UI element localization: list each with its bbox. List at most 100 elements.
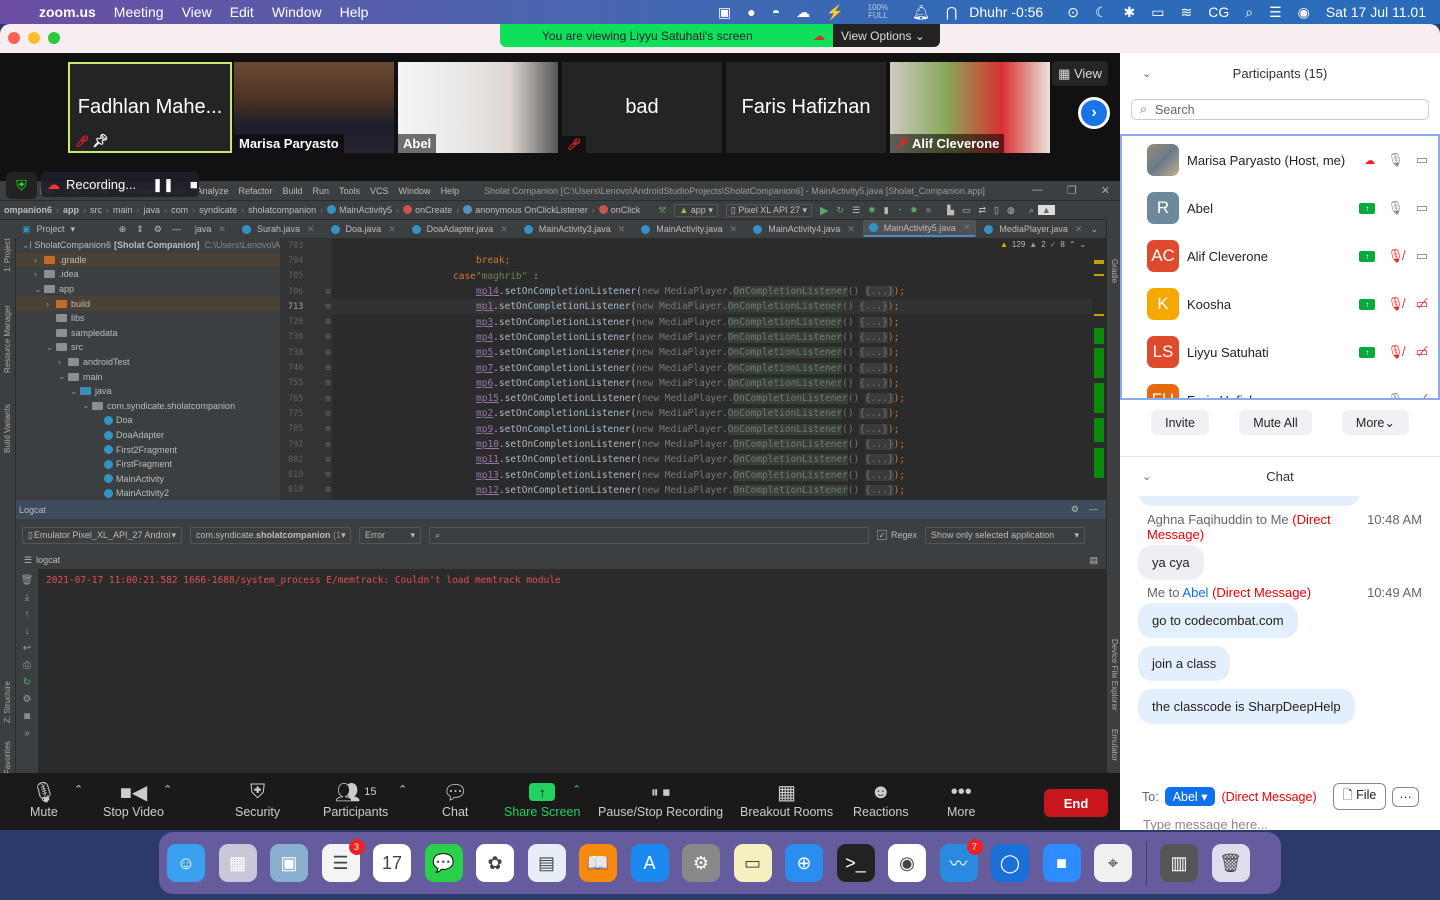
sdk-manager-icon[interactable]: ⇄: [975, 205, 991, 216]
fold-marker-icon[interactable]: ⊞: [325, 440, 330, 450]
dock-app-terminal[interactable]: >_: [836, 844, 875, 882]
close-tab-icon[interactable]: ✕: [847, 224, 855, 235]
settings-gear-icon[interactable]: ⚙: [154, 224, 162, 235]
notification-bell-icon[interactable]: 🔔︎: [904, 4, 938, 21]
participant-row[interactable]: Marisa Paryasto (Host, me) ☁ 🎙︎ ▭: [1122, 136, 1438, 184]
participants-button[interactable]: 👥︎ 15 Participants: [323, 779, 388, 820]
tree-item[interactable]: First2Fragment: [16, 442, 280, 457]
logcat-output[interactable]: 2021-07-17 11:00:21.582 1666-1688/system…: [38, 569, 1106, 773]
dock-app-chrome[interactable]: ◉: [888, 844, 926, 882]
logcat-filter-icon[interactable]: ☰: [848, 205, 864, 216]
logcat-settings-gear-icon[interactable]: ⚙: [1071, 504, 1079, 515]
participant-search-input[interactable]: ⌕ Search: [1131, 99, 1429, 120]
dock-app-reminders[interactable]: ☰ 3: [321, 839, 365, 882]
recipient-name[interactable]: Abel: [1182, 585, 1208, 600]
chat-more-button[interactable]: ···: [1392, 786, 1419, 807]
fold-marker-icon[interactable]: ⊞: [325, 470, 330, 480]
breakout-rooms-button[interactable]: ▦ Breakout Rooms: [740, 779, 833, 820]
ide-restore-icon[interactable]: ❐: [1067, 184, 1077, 197]
video-camera-icon[interactable]: ▭: [1416, 152, 1428, 168]
menu-app-name[interactable]: zoom.us: [30, 4, 105, 20]
chevron-up-icon[interactable]: ⌃: [1069, 240, 1076, 249]
breadcrumb-item[interactable]: anonymous OnClickListener: [459, 205, 592, 215]
editor-tab[interactable]: Surah.java ✕: [234, 220, 323, 239]
pause-stop-recording-button[interactable]: ⏸︎ ⏹︎ Pause/Stop Recording: [598, 779, 723, 820]
tree-item[interactable]: MainActivity: [16, 472, 280, 487]
sync-project-icon[interactable]: ▙: [943, 205, 958, 216]
stop-icon[interactable]: ■: [922, 205, 935, 215]
participant-row[interactable]: FH Faris Hafizhan 🎙︎ ▭̸: [1122, 376, 1438, 398]
tool-favorites[interactable]: 2: Favorites: [3, 741, 12, 773]
video-off-icon[interactable]: ▭̸: [1416, 344, 1428, 360]
close-tab-icon[interactable]: ✕: [307, 224, 315, 235]
layout-inspector-icon[interactable]: ◍: [1003, 205, 1019, 216]
video-options-caret-icon[interactable]: ⌃: [163, 783, 172, 796]
dock-app-mustache-app[interactable]: 〰 7: [939, 839, 983, 882]
tree-item[interactable]: › .idea: [16, 267, 280, 282]
siri-icon[interactable]: ◉: [1290, 4, 1318, 21]
view-layout-button[interactable]: ▦ View: [1052, 61, 1108, 86]
video-camera-icon[interactable]: ▭: [1416, 200, 1428, 216]
close-tab-icon[interactable]: ✕: [218, 224, 226, 235]
menu-edit[interactable]: Edit: [221, 4, 263, 20]
print-icon[interactable]: ⎙: [23, 660, 31, 671]
soft-wrap-icon[interactable]: ↩: [23, 643, 31, 654]
logcat-hide-icon[interactable]: —: [1089, 504, 1098, 515]
tree-item[interactable]: libs: [16, 311, 280, 326]
ide-close-icon[interactable]: ✕: [1101, 184, 1110, 197]
breadcrumb-item[interactable]: com: [167, 205, 192, 215]
device-manager-icon[interactable]: ▯: [990, 205, 1003, 216]
collapse-chevron-icon[interactable]: ⌄: [1142, 67, 1151, 80]
video-camera-icon[interactable]: ▭: [1416, 248, 1428, 264]
video-tile[interactable]: 🎤︎ Alif Cleverone: [890, 62, 1050, 153]
mute-button[interactable]: 🎙︎ Mute: [30, 779, 58, 820]
close-tab-icon[interactable]: ✕: [963, 222, 971, 233]
invite-button[interactable]: Invite: [1151, 410, 1209, 435]
microphone-icon[interactable]: 🎙︎: [1387, 200, 1404, 216]
video-tile[interactable]: Fadhlan Mahe... 🎤︎ 📌︎: [68, 62, 232, 153]
more-options-button[interactable]: More ⌄: [1341, 410, 1409, 435]
sync-status-icon[interactable]: ◓: [764, 4, 788, 20]
restart-icon[interactable]: ↻: [23, 677, 31, 688]
fold-marker-icon[interactable]: ⊞: [325, 287, 330, 297]
folded-code-block[interactable]: {...}: [864, 439, 894, 450]
dock-app-preview[interactable]: ▣: [270, 844, 308, 882]
editor-tab[interactable]: DoaAdapter.java ✕: [404, 220, 516, 239]
tool-build-variants[interactable]: Build Variants: [3, 404, 12, 453]
editor-tab[interactable]: MainActivity.java ✕: [633, 220, 745, 239]
folded-code-block[interactable]: {...}: [859, 362, 888, 374]
debug-icon[interactable]: ✹: [864, 205, 880, 216]
more-button[interactable]: ••• More: [947, 779, 975, 820]
collapse-chevron-icon[interactable]: ⌄: [1142, 470, 1151, 483]
ide-menu-vcs[interactable]: VCS: [365, 186, 394, 196]
up-arrow-icon[interactable]: ↑: [25, 609, 30, 620]
project-view-header[interactable]: ▣ Project ▾ ⊕ ⇕ ⚙ —: [0, 224, 187, 235]
tree-item[interactable]: › androidTest: [16, 355, 280, 370]
chat-bubble[interactable]: go to codecombat.com: [1138, 603, 1298, 638]
breadcrumb-item[interactable]: onClick: [595, 205, 645, 215]
run-config-select[interactable]: ▲ app ▾: [674, 203, 718, 217]
user-initials[interactable]: CG: [1200, 4, 1237, 20]
spotlight-search-icon[interactable]: ⌕: [1237, 4, 1261, 21]
logcat-search-input[interactable]: ⌕: [429, 526, 869, 544]
folded-code-block[interactable]: {...}: [864, 484, 894, 496]
package-filter-select[interactable]: com.syndicate.sholatcompanion (1 ▾: [190, 526, 351, 544]
editor-tab[interactable]: MainActivity3.java ✕: [516, 220, 634, 239]
breadcrumb-item[interactable]: MainActivity5: [323, 205, 396, 215]
folded-code-block[interactable]: {...}: [859, 408, 888, 420]
video-off-icon[interactable]: ▭̸: [1416, 392, 1428, 398]
breadcrumb-item[interactable]: src: [86, 205, 106, 215]
tool-structure[interactable]: Z: Structure: [3, 681, 12, 723]
participant-row[interactable]: K Koosha ↑ 🎙︎̸ ▭̸: [1122, 280, 1438, 328]
folded-code-block[interactable]: {...}: [864, 393, 894, 405]
fold-marker-icon[interactable]: ⊞: [325, 363, 330, 373]
dock-app-speech-app[interactable]: ◯: [991, 844, 1029, 882]
editor-tab[interactable]: MainActivity5.java ✕: [862, 219, 977, 237]
clear-logcat-trash-icon[interactable]: 🗑︎: [21, 575, 34, 586]
bluetooth-icon[interactable]: ✱: [1116, 4, 1144, 21]
mute-all-button[interactable]: Mute All: [1239, 410, 1312, 435]
search-everywhere-icon[interactable]: ⌕: [1025, 205, 1038, 216]
tool-project[interactable]: 1: Project: [3, 238, 12, 272]
tree-item[interactable]: MainActivity2: [16, 486, 280, 500]
folded-code-block[interactable]: {...}: [859, 301, 888, 313]
